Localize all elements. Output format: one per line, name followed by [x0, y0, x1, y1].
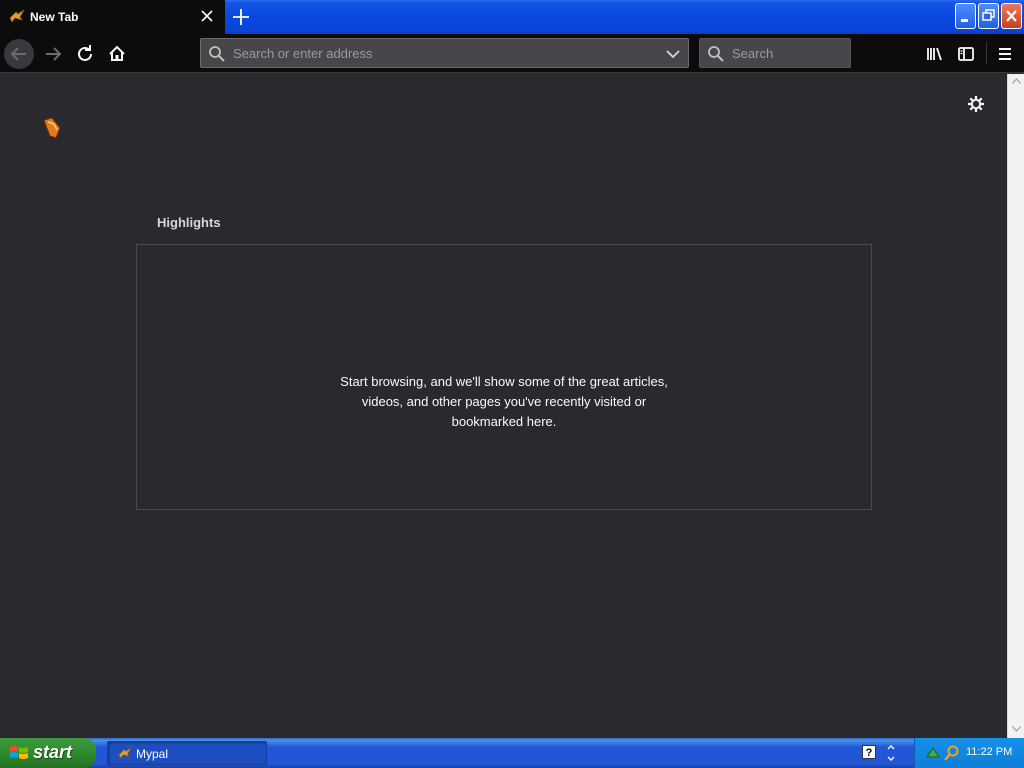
- mouse-cursor-icon: [43, 117, 61, 139]
- restore-icon: [982, 9, 995, 21]
- window-close-button[interactable]: [1001, 3, 1022, 29]
- close-tab-icon[interactable]: [199, 8, 215, 24]
- forward-arrow-icon[interactable]: [38, 39, 68, 69]
- reload-icon[interactable]: [70, 39, 100, 69]
- scroll-down-arrow-icon[interactable]: [1012, 726, 1021, 732]
- library-icon[interactable]: [920, 39, 950, 69]
- tray-expand-icon[interactable]: [886, 743, 896, 763]
- address-input[interactable]: [233, 39, 653, 67]
- start-button[interactable]: start: [0, 738, 96, 768]
- search-icon: [708, 46, 724, 62]
- nav-toolbar: [0, 34, 1024, 73]
- system-tray: 11:22 PM: [914, 738, 1024, 768]
- highlights-empty-message: Start browsing, and we'll show some of t…: [340, 374, 668, 429]
- sidebar-icon[interactable]: [951, 39, 981, 69]
- search-icon: [209, 46, 225, 62]
- minimize-icon: [961, 19, 968, 22]
- title-bar: New Tab: [0, 0, 1024, 34]
- back-button[interactable]: [4, 39, 34, 69]
- taskbar-item-mypal[interactable]: Mypal: [107, 741, 267, 765]
- highlights-heading: Highlights: [157, 215, 221, 230]
- gear-icon[interactable]: [966, 94, 986, 114]
- address-bar[interactable]: [200, 38, 689, 68]
- tab-new-tab[interactable]: New Tab: [0, 0, 225, 34]
- close-window-icon: [1006, 10, 1017, 22]
- highlights-empty-box: Start browsing, and we'll show some of t…: [136, 244, 872, 510]
- toolbar-divider: [986, 42, 987, 64]
- svg-text:?: ?: [866, 747, 873, 759]
- search-bar[interactable]: [699, 38, 851, 68]
- new-tab-plus-icon[interactable]: [230, 6, 252, 28]
- scroll-up-arrow-icon[interactable]: [1012, 78, 1021, 84]
- network-icon[interactable]: [925, 745, 941, 761]
- search-tray-icon[interactable]: [944, 745, 960, 761]
- search-input[interactable]: [732, 39, 842, 67]
- clock: 11:22 PM: [966, 746, 1013, 758]
- mypal-logo-icon: [118, 747, 132, 759]
- chevron-down-icon[interactable]: [665, 47, 681, 61]
- home-icon[interactable]: [102, 39, 132, 69]
- new-tab-page: Highlights Start browsing, and we'll sho…: [0, 74, 1007, 738]
- hamburger-menu-icon[interactable]: [990, 39, 1020, 69]
- minimize-button[interactable]: [955, 3, 976, 29]
- windows-flag-icon: [10, 746, 28, 759]
- start-label: start: [33, 742, 73, 762]
- tab-title: New Tab: [30, 10, 79, 24]
- mypal-logo-icon: [9, 9, 25, 23]
- restore-button[interactable]: [978, 3, 999, 29]
- taskbar-item-label: Mypal: [136, 747, 169, 761]
- taskbar: start Mypal ? 11:22 PM: [0, 738, 1024, 768]
- vertical-scrollbar[interactable]: [1007, 74, 1024, 738]
- back-arrow-icon: [10, 47, 26, 61]
- help-icon[interactable]: ?: [862, 745, 876, 759]
